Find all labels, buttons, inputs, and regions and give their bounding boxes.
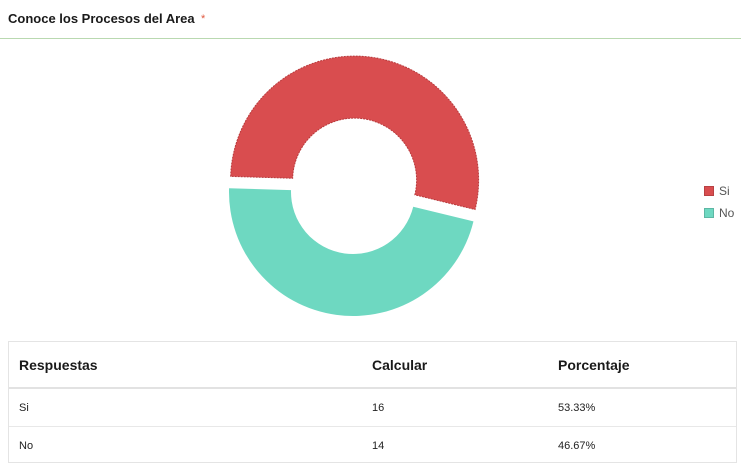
- col-header-porcentaje: Porcentaje: [548, 342, 736, 389]
- table-header-row: Respuestas Calcular Porcentaje: [9, 342, 736, 389]
- legend-label-no: No: [719, 206, 735, 220]
- col-header-calcular: Calcular: [362, 342, 548, 389]
- donut-slice-no[interactable]: [229, 188, 474, 316]
- cell-calcular: 14: [372, 439, 385, 452]
- question-title: Conoce los Procesos del Area: [8, 11, 195, 26]
- col-header-respuestas: Respuestas: [9, 342, 362, 389]
- results-table: Respuestas Calcular Porcentaje Si 16 53.…: [8, 341, 737, 463]
- cell-respuesta: No: [19, 439, 34, 452]
- cell-porcentaje: 53.33%: [548, 388, 736, 427]
- legend-swatch-no: [704, 208, 714, 218]
- question-header: Conoce los Procesos del Area *: [0, 0, 741, 39]
- table-row: No 14 46.67%: [9, 427, 736, 465]
- chart-legend: Si No: [704, 180, 734, 224]
- legend-item-no[interactable]: No: [704, 202, 734, 224]
- legend-label-si: Si: [719, 184, 730, 198]
- cell-calcular: 16: [362, 388, 548, 427]
- required-asterisk: *: [201, 13, 206, 25]
- legend-item-si[interactable]: Si: [704, 180, 734, 202]
- legend-swatch-si: [704, 186, 714, 196]
- table-row: Si 16 53.33%: [9, 388, 736, 427]
- donut-chart: [229, 55, 480, 316]
- cell-respuesta: Si: [9, 388, 362, 427]
- cell-porcentaje: 46.67%: [558, 439, 596, 452]
- donut-slice-si[interactable]: [230, 55, 480, 211]
